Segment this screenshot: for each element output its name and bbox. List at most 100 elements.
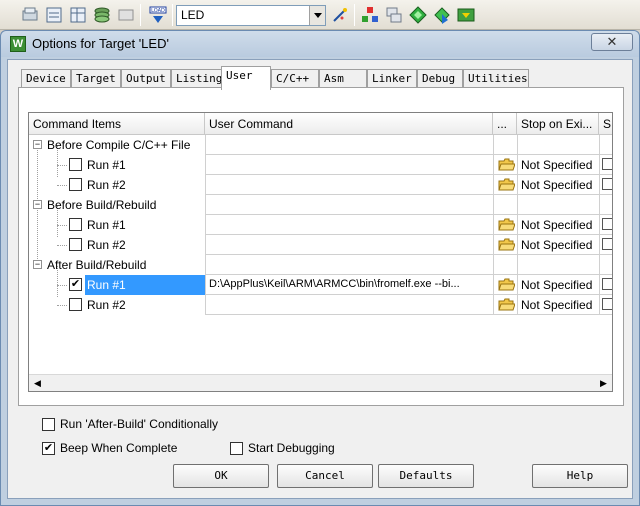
user-command-field[interactable] <box>205 215 493 235</box>
svg-text:LOAD: LOAD <box>151 8 165 14</box>
tab-utilities[interactable]: Utilities <box>463 69 529 88</box>
board-icon[interactable] <box>456 5 476 25</box>
stop-on-exit-value[interactable]: Not Specified <box>517 235 599 255</box>
ok-button[interactable]: OK <box>173 464 269 488</box>
folder-open-icon <box>498 218 515 231</box>
group-row: − Before Build/Rebuild <box>29 195 612 215</box>
s-checkbox[interactable] <box>602 178 612 190</box>
table-row[interactable]: Run #1 Not Specified <box>29 155 612 175</box>
folder-open-icon <box>498 298 515 311</box>
browse-button[interactable] <box>493 235 517 255</box>
table-row-selected[interactable]: ✔ Run #1 D:\AppPlus\Keil\ARM\ARMCC\bin\f… <box>29 275 612 295</box>
stop-on-exit-value[interactable]: Not Specified <box>517 175 599 195</box>
browse-button[interactable] <box>493 175 517 195</box>
header-s[interactable]: S... <box>599 113 612 135</box>
s-checkbox[interactable] <box>602 158 612 170</box>
s-checkbox[interactable] <box>602 218 612 230</box>
run-after-build-checkbox[interactable] <box>42 418 55 431</box>
tab-c-cpp[interactable]: C/C++ <box>271 69 319 88</box>
chevron-down-icon[interactable] <box>309 6 325 25</box>
run-checkbox[interactable] <box>69 238 82 251</box>
options-for-target-dialog: W Options for Target 'LED' ✕ Device Targ… <box>0 30 640 506</box>
pack-installer-icon[interactable] <box>408 5 428 25</box>
browse-button[interactable] <box>493 295 517 315</box>
header-stop-on-exit[interactable]: Stop on Exi... <box>517 113 599 135</box>
user-command-field[interactable]: D:\AppPlus\Keil\ARM\ARMCC\bin\fromelf.ex… <box>205 275 493 295</box>
run-checkbox[interactable] <box>69 298 82 311</box>
rebuild-icon[interactable] <box>68 5 88 25</box>
target-options-wand-icon[interactable] <box>330 5 350 25</box>
header-user-command[interactable]: User Command <box>205 113 493 135</box>
collapse-icon[interactable]: − <box>33 260 42 269</box>
tab-output[interactable]: Output <box>121 69 171 88</box>
header-command-items[interactable]: Command Items <box>29 113 205 135</box>
run-checkbox-checked[interactable]: ✔ <box>69 278 82 291</box>
tab-target[interactable]: Target <box>71 69 121 88</box>
beep-checkbox-checked[interactable]: ✔ <box>42 442 55 455</box>
tab-debug[interactable]: Debug <box>417 69 463 88</box>
scroll-left-icon[interactable]: ◀ <box>29 375 46 391</box>
cancel-button[interactable]: Cancel <box>277 464 373 488</box>
run-checkbox[interactable] <box>69 218 82 231</box>
browse-button[interactable] <box>493 155 517 175</box>
table-row[interactable]: Run #2 Not Specified <box>29 295 612 315</box>
s-checkbox[interactable] <box>602 298 612 310</box>
run-label: Run #2 <box>87 178 126 192</box>
stop-on-exit-value[interactable]: Not Specified <box>517 215 599 235</box>
group-row: − Before Compile C/C++ File <box>29 135 612 155</box>
target-select[interactable]: LED <box>176 5 326 26</box>
beep-label: Beep When Complete <box>60 441 178 455</box>
main-toolbar: LOAD LED <box>0 0 640 30</box>
group-label: After Build/Rebuild <box>47 258 147 272</box>
close-button[interactable]: ✕ <box>591 33 633 51</box>
tab-device[interactable]: Device <box>21 69 71 88</box>
user-command-field[interactable] <box>205 155 493 175</box>
group-row: − After Build/Rebuild <box>29 255 612 275</box>
collapse-icon[interactable]: − <box>33 200 42 209</box>
check-icon: ✔ <box>43 442 54 454</box>
target-select-value: LED <box>181 8 205 22</box>
table-row[interactable]: Run #2 Not Specified <box>29 235 612 255</box>
user-command-field[interactable] <box>205 175 493 195</box>
stack-icon[interactable] <box>92 5 112 25</box>
manage-components-icon[interactable] <box>360 5 380 25</box>
tab-user[interactable]: User <box>221 66 271 90</box>
defaults-button[interactable]: Defaults <box>378 464 474 488</box>
s-checkbox[interactable] <box>602 238 612 250</box>
tab-linker[interactable]: Linker <box>367 69 417 88</box>
run-label: Run #1 <box>87 158 126 172</box>
load-download-icon[interactable]: LOAD <box>148 5 168 25</box>
stop-on-exit-value[interactable]: Not Specified <box>517 275 599 295</box>
run-label: Run #2 <box>87 238 126 252</box>
browse-button[interactable] <box>493 215 517 235</box>
horizontal-scrollbar[interactable]: ◀ ▶ <box>29 374 612 391</box>
help-button[interactable]: Help <box>532 464 628 488</box>
stop-on-exit-value[interactable]: Not Specified <box>517 295 599 315</box>
header-browse[interactable]: ... <box>493 113 517 135</box>
start-debugging-checkbox[interactable] <box>230 442 243 455</box>
stop-build-icon[interactable] <box>116 5 136 25</box>
tab-listing[interactable]: Listing <box>171 69 223 88</box>
stop-on-exit-value[interactable]: Not Specified <box>517 155 599 175</box>
dialog-title: Options for Target 'LED' <box>32 36 169 51</box>
table-row[interactable]: Run #2 Not Specified <box>29 175 612 195</box>
tab-asm[interactable]: Asm <box>319 69 367 88</box>
user-command-field[interactable] <box>205 295 493 315</box>
check-icon: ✔ <box>70 278 81 290</box>
folder-open-icon <box>498 278 515 291</box>
keil-app-icon: W <box>10 36 26 52</box>
batch-build-icon[interactable] <box>20 5 40 25</box>
run-checkbox[interactable] <box>69 158 82 171</box>
build-icon[interactable] <box>44 5 64 25</box>
collapse-icon[interactable]: − <box>33 140 42 149</box>
scroll-right-icon[interactable]: ▶ <box>595 375 612 391</box>
browse-button[interactable] <box>493 275 517 295</box>
select-packs-icon[interactable] <box>432 5 452 25</box>
close-icon: ✕ <box>606 34 618 49</box>
folder-open-icon <box>498 158 515 171</box>
file-extensions-icon[interactable] <box>384 5 404 25</box>
table-row[interactable]: Run #1 Not Specified <box>29 215 612 235</box>
user-command-field[interactable] <box>205 235 493 255</box>
s-checkbox[interactable] <box>602 278 612 290</box>
run-checkbox[interactable] <box>69 178 82 191</box>
